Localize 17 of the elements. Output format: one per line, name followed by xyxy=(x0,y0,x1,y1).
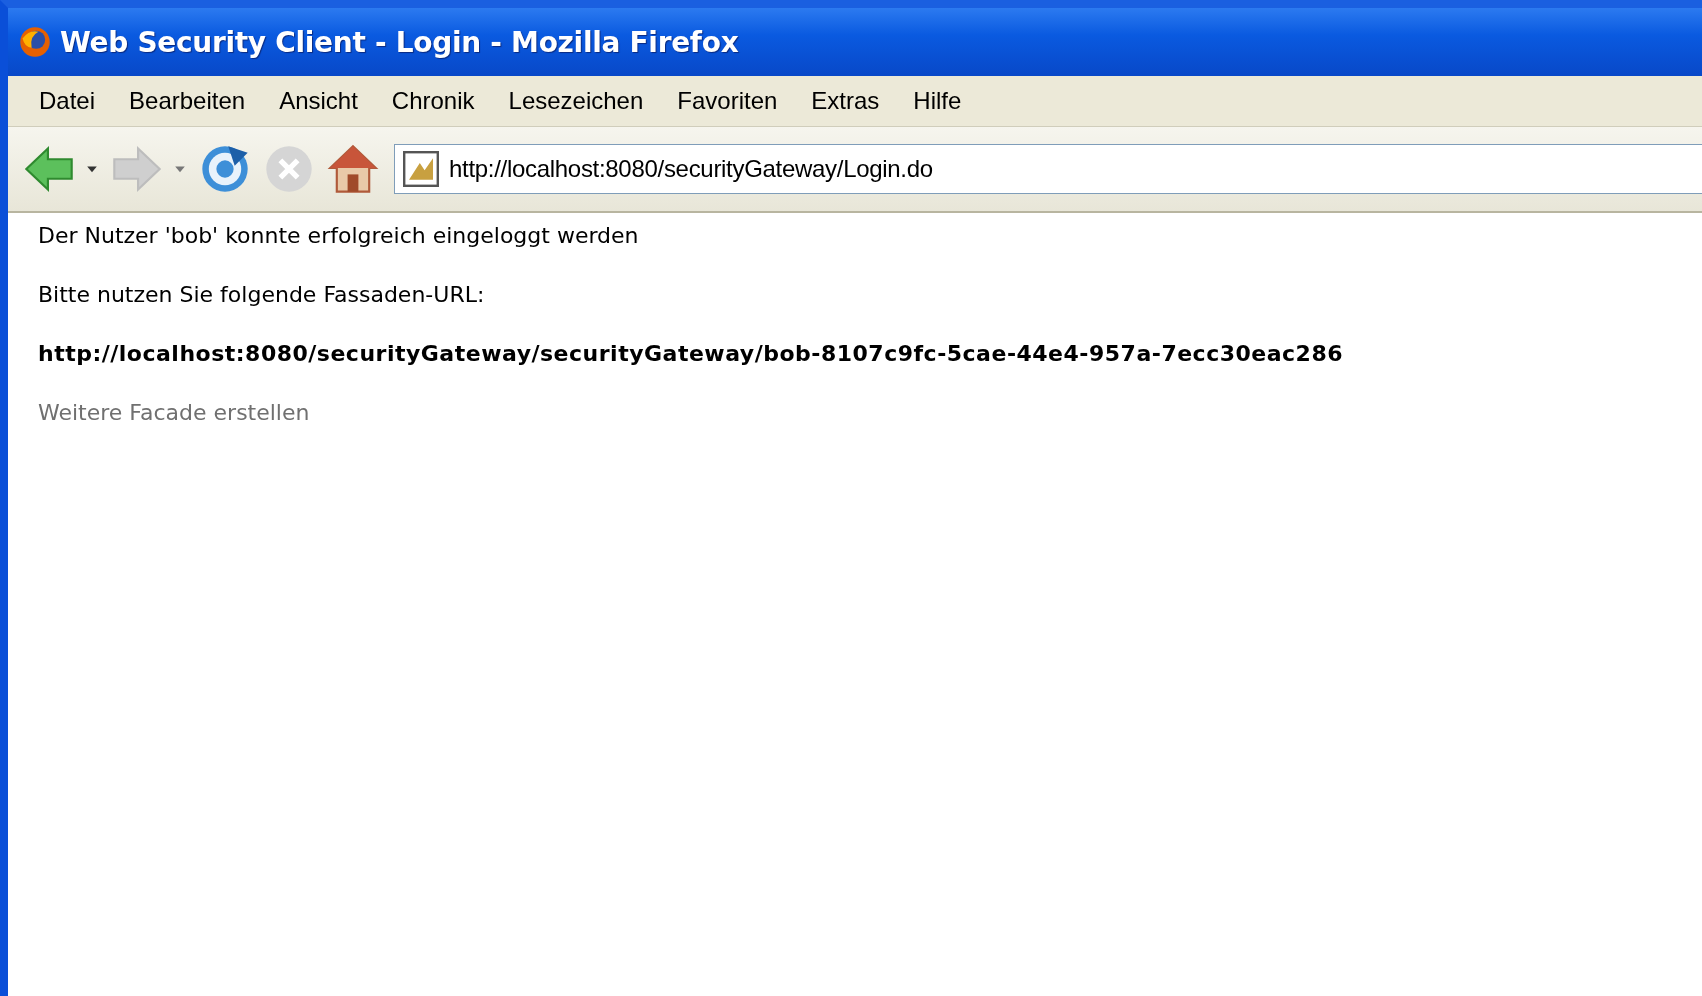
menu-item[interactable]: Hilfe xyxy=(896,87,979,115)
home-icon[interactable] xyxy=(326,142,380,196)
page-icon xyxy=(403,151,439,187)
facade-url: http://localhost:8080/securityGateway/securityGateway/bob-8107c9fc-5cae-44e4-957a-7ecc30eac286 xyxy=(38,341,1344,367)
menu-item[interactable]: Chronik xyxy=(374,87,492,115)
message-text: Der Nutzer 'bob' konnte erfolgreich eingeloggt werden xyxy=(38,223,639,249)
menu-item[interactable]: Lesezeichen xyxy=(491,87,661,115)
menu-item[interactable]: Favoriten xyxy=(660,87,795,115)
menu-item[interactable]: Bearbeiten xyxy=(112,87,263,115)
menu-item[interactable]: Extras xyxy=(794,87,897,115)
menu-item[interactable]: Ansicht xyxy=(262,87,375,115)
address-bar[interactable]: http://localhost:8080/securityGateway/Login.do xyxy=(394,144,1702,194)
menu-item[interactable]: Datei xyxy=(22,87,113,115)
browser-logo-icon xyxy=(18,25,52,59)
message-text: Bitte nutzen Sie folgende Fassaden-URL: xyxy=(38,282,485,308)
window-title: Web Security Client - Login - Mozilla Firefox xyxy=(60,25,739,59)
create-facade-link[interactable]: Weitere Facade erstellen xyxy=(38,400,310,426)
